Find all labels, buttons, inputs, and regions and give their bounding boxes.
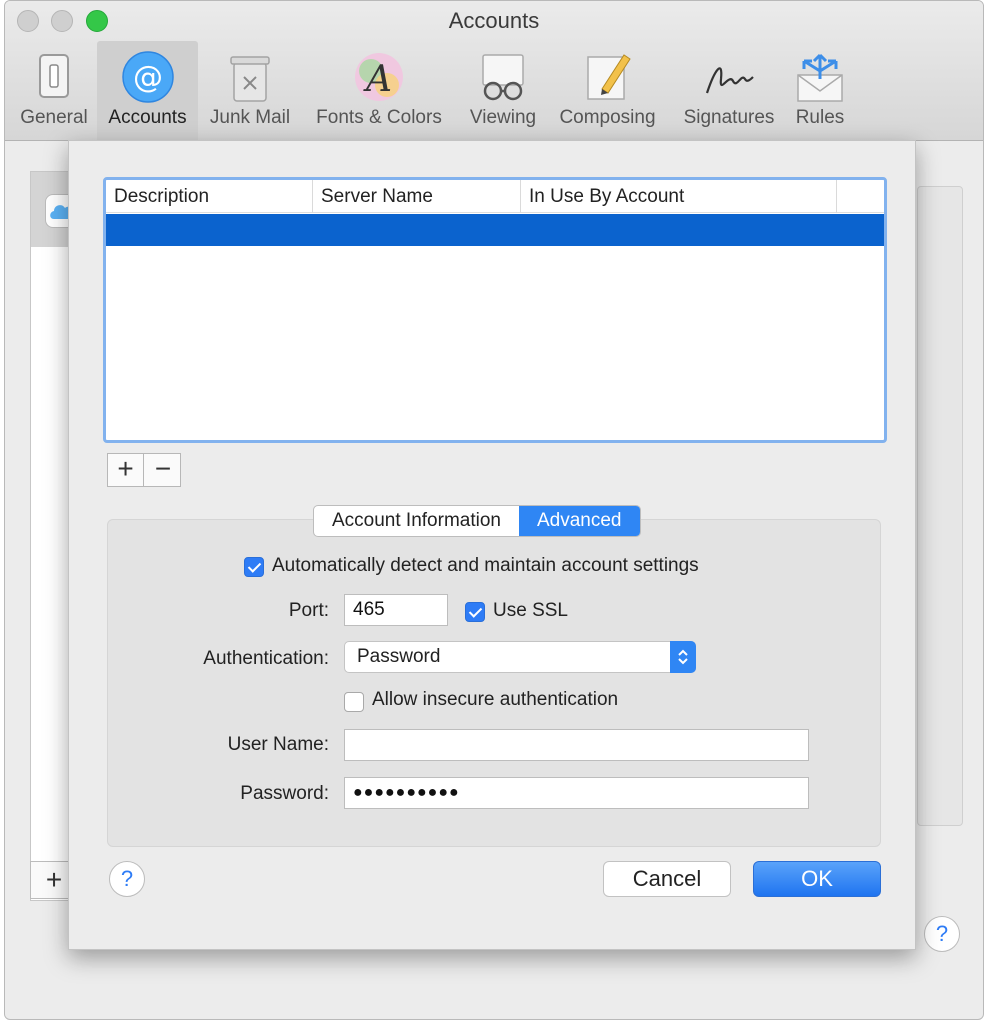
toolbar-composing[interactable]: Composing bbox=[550, 41, 665, 140]
svg-text:@: @ bbox=[133, 60, 163, 95]
trash-bin-icon bbox=[230, 56, 270, 102]
toolbar-label: General bbox=[20, 107, 88, 128]
help-button[interactable]: ? bbox=[924, 916, 960, 952]
chevron-updown-icon bbox=[670, 641, 696, 673]
toolbar-fonts-colors[interactable]: A Fonts & Colors bbox=[304, 41, 454, 140]
toolbar-accounts[interactable]: @ Accounts bbox=[97, 41, 198, 140]
smtp-server-sheet: Description Server Name In Use By Accoun… bbox=[68, 140, 916, 950]
toolbar-rules[interactable]: Rules bbox=[787, 41, 853, 140]
port-label: Port: bbox=[288, 600, 329, 621]
column-header-server-name[interactable]: Server Name bbox=[313, 180, 521, 213]
toolbar-label: Viewing bbox=[469, 107, 537, 128]
cancel-button[interactable]: Cancel bbox=[603, 861, 731, 897]
auto-detect-checkbox[interactable] bbox=[244, 557, 264, 577]
tab-advanced[interactable]: Advanced bbox=[518, 506, 640, 536]
remove-server-button[interactable]: − bbox=[145, 454, 181, 486]
column-header-empty bbox=[837, 180, 884, 213]
toolbar-general[interactable]: General bbox=[10, 41, 98, 140]
allow-insecure-checkbox[interactable] bbox=[344, 692, 364, 712]
column-header-description[interactable]: Description bbox=[106, 180, 313, 213]
switch-icon bbox=[39, 54, 69, 98]
envelope-arrows-icon bbox=[797, 53, 843, 102]
allow-insecure-label: Allow insecure authentication bbox=[372, 689, 619, 710]
user-name-label: User Name: bbox=[227, 734, 329, 755]
password-field[interactable]: ●●●●●●●●●● bbox=[344, 777, 809, 809]
font-palette-icon: A bbox=[355, 53, 403, 101]
use-ssl-label: Use SSL bbox=[493, 600, 568, 621]
svg-text:A: A bbox=[363, 59, 392, 100]
toolbar-label: Rules bbox=[795, 107, 845, 128]
at-sign-icon: @ bbox=[121, 51, 174, 103]
toolbar-label: Accounts bbox=[108, 107, 187, 128]
table-row[interactable] bbox=[106, 214, 884, 246]
toolbar-signatures[interactable]: Signatures bbox=[673, 41, 785, 140]
help-button[interactable]: ? bbox=[109, 861, 145, 897]
tab-control: Account Information Advanced bbox=[313, 505, 641, 537]
account-details-panel bbox=[917, 186, 963, 826]
authentication-label: Authentication: bbox=[203, 648, 329, 669]
ok-button[interactable]: OK bbox=[753, 861, 881, 897]
toolbar-junk-mail[interactable]: Junk Mail bbox=[201, 41, 299, 140]
toolbar-label: Composing bbox=[559, 107, 656, 128]
pencil-paper-icon bbox=[586, 54, 631, 100]
smtp-server-table[interactable]: Description Server Name In Use By Accoun… bbox=[103, 177, 887, 443]
table-header: Description Server Name In Use By Accoun… bbox=[106, 180, 884, 213]
toolbar: General @ Accounts Junk Mail A Fonts & C… bbox=[5, 41, 983, 141]
authentication-popup[interactable]: Password bbox=[344, 641, 696, 673]
password-label: Password: bbox=[240, 783, 329, 804]
add-server-button[interactable]: + bbox=[108, 454, 144, 486]
signature-icon bbox=[705, 67, 754, 94]
use-ssl-checkbox[interactable] bbox=[465, 602, 485, 622]
add-remove-control: + − bbox=[107, 453, 181, 487]
port-field[interactable]: 465 bbox=[344, 594, 448, 626]
tab-account-information[interactable]: Account Information bbox=[314, 506, 519, 536]
user-name-field[interactable] bbox=[344, 729, 809, 761]
authentication-value: Password bbox=[357, 646, 441, 667]
auto-detect-label: Automatically detect and maintain accoun… bbox=[272, 555, 699, 576]
glasses-icon bbox=[482, 54, 524, 101]
window-title: Accounts bbox=[448, 8, 540, 33]
column-header-in-use-by-account[interactable]: In Use By Account bbox=[521, 180, 837, 213]
toolbar-label: Junk Mail bbox=[209, 107, 291, 128]
toolbar-label: Fonts & Colors bbox=[316, 107, 442, 128]
toolbar-label: Signatures bbox=[683, 107, 775, 128]
toolbar-viewing[interactable]: Viewing bbox=[460, 41, 546, 140]
titlebar: Accounts General @ Accounts Junk Mail A … bbox=[5, 1, 983, 141]
